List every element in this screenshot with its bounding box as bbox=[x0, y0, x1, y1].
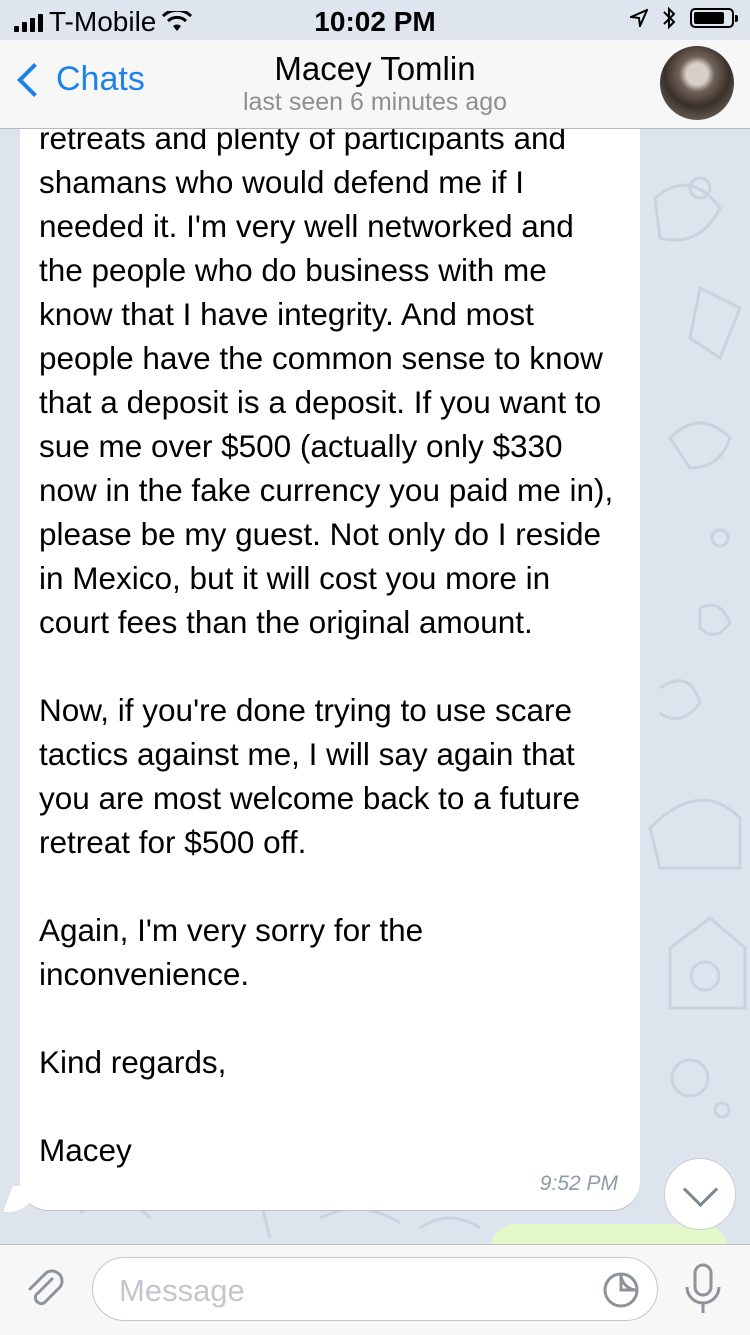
message-timestamp: 9:52 PM bbox=[539, 1172, 618, 1195]
status-bar: T-Mobile 10:02 PM bbox=[0, 0, 750, 40]
paperclip-icon[interactable] bbox=[22, 1267, 68, 1313]
chevron-down-icon bbox=[682, 1171, 718, 1207]
battery-icon bbox=[690, 8, 738, 28]
message-input-container bbox=[92, 1257, 658, 1321]
bluetooth-icon bbox=[663, 6, 676, 30]
microphone-icon[interactable] bbox=[682, 1263, 724, 1317]
message-text: retreats and plenty of participants and … bbox=[39, 128, 614, 1168]
last-seen-status: last seen 6 minutes ago bbox=[242, 88, 508, 116]
incoming-message-bubble[interactable]: retreats and plenty of participants and … bbox=[20, 128, 640, 1210]
avatar[interactable] bbox=[660, 46, 734, 120]
sticker-icon[interactable] bbox=[601, 1270, 641, 1310]
chat-title[interactable]: Macey Tomlin bbox=[0, 50, 750, 88]
status-right bbox=[630, 6, 738, 30]
scroll-to-bottom-button[interactable] bbox=[664, 1158, 736, 1230]
message-input[interactable] bbox=[117, 1270, 591, 1312]
nav-bar: Chats Macey Tomlin last seen 6 minutes a… bbox=[0, 40, 750, 129]
chat-area[interactable]: retreats and plenty of participants and … bbox=[0, 128, 750, 1244]
composer-bar bbox=[0, 1244, 750, 1335]
location-icon bbox=[630, 9, 648, 27]
